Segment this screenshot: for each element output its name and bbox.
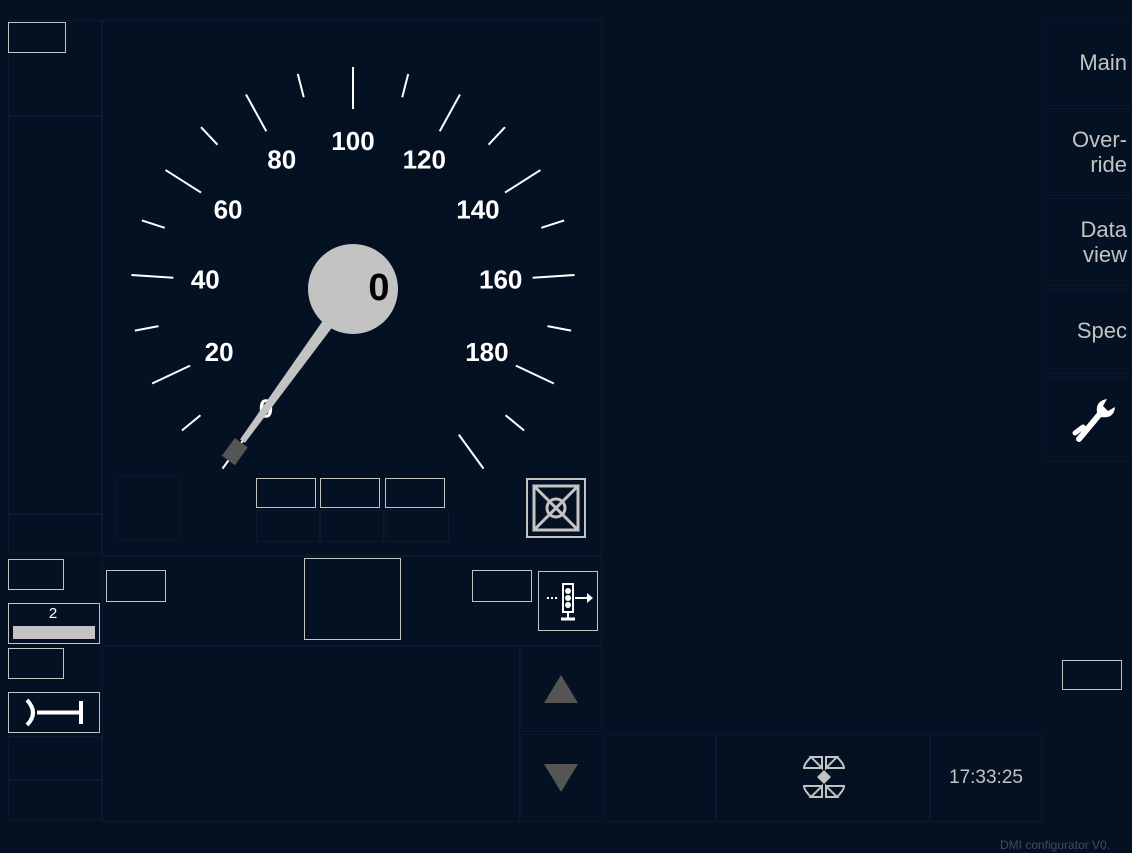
scale-tick	[504, 414, 525, 432]
scale-label: 40	[191, 265, 220, 295]
scale-tick	[487, 126, 506, 146]
scale-tick	[438, 93, 461, 132]
scale-tick	[457, 434, 485, 470]
scale-label: 160	[479, 265, 522, 295]
spec-button-label: Spec	[1076, 318, 1127, 344]
level-indicator-box	[8, 559, 64, 590]
data-view-label-line2: view	[1082, 242, 1127, 267]
override-label-line2: ride	[1090, 152, 1127, 177]
override-button[interactable]: Over- ride	[1042, 108, 1132, 196]
scale-tick	[165, 169, 202, 194]
signal-icon	[547, 583, 593, 621]
level-number: 2	[48, 605, 58, 622]
speed-target-box-3	[385, 478, 445, 508]
level-bar	[13, 626, 95, 639]
scale-tick	[296, 73, 305, 98]
c-box-large	[304, 558, 401, 640]
scale-tick	[504, 169, 541, 194]
scale-label: 100	[331, 126, 374, 156]
brake-target-box	[116, 476, 180, 540]
c-box-small-right	[472, 570, 532, 602]
scale-label: 180	[465, 337, 508, 367]
scale-label: 120	[403, 144, 446, 174]
left-column-lower	[8, 514, 102, 554]
scale-tick	[401, 73, 410, 98]
version-label: DMI configurator V0.	[1000, 838, 1111, 852]
spec-button[interactable]: Spec	[1042, 288, 1132, 374]
scale-tick	[200, 126, 219, 146]
tunnel-indicator	[526, 478, 586, 538]
scroll-down-button[interactable]	[520, 734, 602, 822]
signal-button[interactable]	[538, 571, 598, 631]
scale-tick	[245, 93, 268, 132]
arrow-down-icon	[544, 764, 578, 792]
brake-indicator-box	[8, 692, 100, 733]
right-indicator-box	[1062, 660, 1122, 690]
sub-box-1	[256, 510, 320, 542]
scale-tick	[181, 414, 202, 432]
connection-icon	[802, 756, 846, 798]
sub-box-3	[385, 510, 449, 542]
speed-target-box-2	[320, 478, 380, 508]
status-cell-1	[604, 734, 716, 822]
speed-needle	[221, 309, 341, 466]
scale-label: 20	[205, 337, 234, 367]
data-view-label-line1: Data	[1080, 216, 1127, 242]
main-button-label: Main	[1079, 50, 1127, 76]
distance-target-box	[8, 22, 66, 53]
left-column-middle	[8, 116, 102, 514]
scale-tick	[541, 219, 565, 229]
override-label-line1: Over-	[1072, 126, 1127, 152]
data-view-button[interactable]: Data view	[1042, 198, 1132, 286]
arrow-up-icon	[544, 675, 578, 703]
settings-button[interactable]	[1042, 376, 1132, 462]
scale-tick	[547, 325, 572, 332]
scale-label: 80	[267, 144, 296, 174]
left-column-bottom	[8, 736, 102, 780]
scale-tick	[532, 274, 575, 279]
connection-status-cell	[716, 734, 930, 822]
message-area	[102, 646, 520, 822]
scroll-up-button[interactable]	[520, 646, 602, 732]
needle-body	[240, 309, 341, 443]
brake-icon	[25, 698, 83, 727]
level-bar-box: 2	[8, 603, 100, 644]
scale-label: 60	[214, 195, 243, 225]
mode-box	[8, 648, 64, 679]
c-box-small-left	[106, 570, 166, 602]
wrench-icon	[1072, 399, 1115, 442]
scale-tick	[134, 325, 159, 332]
speed-target-box-1	[256, 478, 316, 508]
left-column-footer	[8, 780, 102, 820]
current-speed-readout: 0	[368, 267, 390, 309]
scale-tick	[151, 364, 191, 385]
tunnel-icon	[532, 484, 580, 532]
scale-tick	[141, 219, 165, 229]
scale-label: 140	[456, 195, 499, 225]
clock-cell: 17:33:25	[930, 734, 1042, 822]
sub-box-2	[320, 510, 384, 542]
main-button[interactable]: Main	[1042, 20, 1132, 106]
clock-time: 17:33:25	[949, 767, 1023, 788]
scale-tick	[515, 364, 555, 385]
scale-tick	[131, 274, 174, 279]
